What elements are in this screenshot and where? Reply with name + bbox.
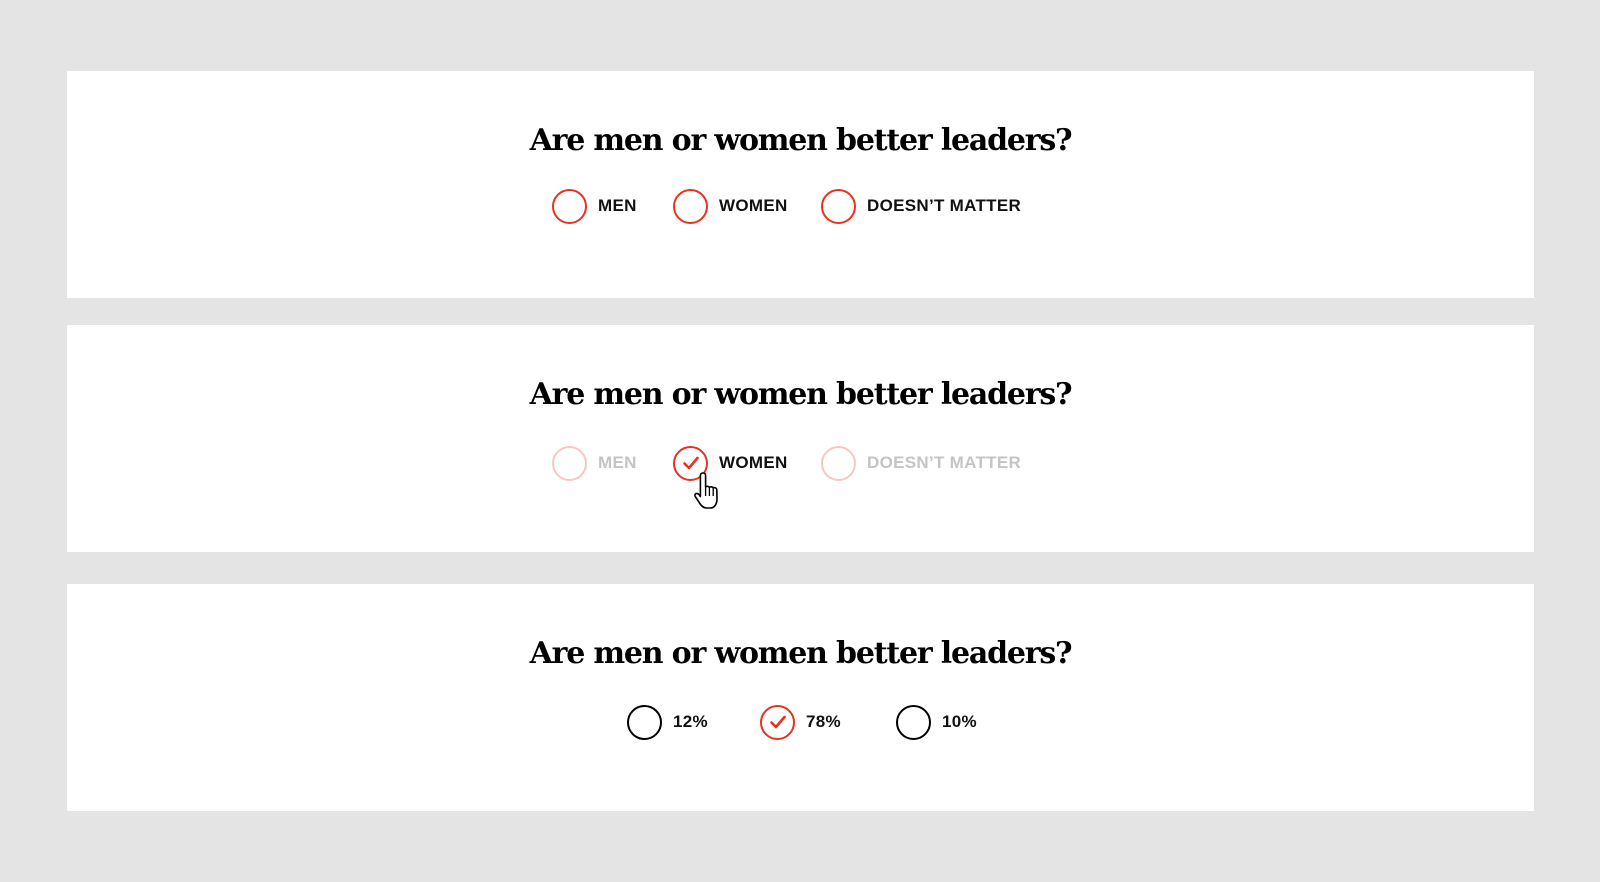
checkmark-icon: [682, 456, 699, 470]
radio-circle[interactable]: [552, 445, 587, 481]
radio-circle[interactable]: [821, 188, 856, 224]
option-label: MEN: [598, 453, 637, 472]
result-percentage: 10%: [942, 712, 977, 731]
poll-card-results: Are men or women better leaders? 12% 78%…: [67, 584, 1534, 811]
option-women[interactable]: WOMEN: [673, 186, 788, 226]
result-women: 78%: [760, 702, 841, 742]
radio-circle: [896, 704, 931, 740]
option-label: WOMEN: [719, 196, 788, 215]
result-doesnt-matter: 10%: [896, 702, 977, 742]
option-label: DOESN’T MATTER: [867, 196, 1022, 215]
option-label: WOMEN: [719, 453, 788, 472]
radio-circle[interactable]: [673, 188, 708, 224]
result-percentage: 78%: [806, 712, 841, 731]
option-men[interactable]: MEN: [552, 443, 637, 483]
result-percentage: 12%: [673, 712, 708, 731]
radio-circle: [627, 704, 662, 740]
option-label: DOESN’T MATTER: [867, 453, 1022, 472]
poll-question: Are men or women better leaders?: [529, 636, 1073, 671]
poll-question: Are men or women better leaders?: [529, 377, 1073, 412]
radio-circle-checked[interactable]: [673, 445, 708, 481]
checkmark-icon: [769, 715, 786, 729]
poll-question: Are men or women better leaders?: [529, 123, 1073, 158]
result-men: 12%: [627, 702, 708, 742]
option-men[interactable]: MEN: [552, 186, 637, 226]
option-women[interactable]: WOMEN: [673, 443, 788, 483]
radio-circle-checked: [760, 704, 795, 740]
poll-card-selecting: Are men or women better leaders? MEN WOM…: [67, 325, 1534, 552]
radio-circle[interactable]: [821, 445, 856, 481]
radio-circle[interactable]: [552, 188, 587, 224]
option-doesnt-matter[interactable]: DOESN’T MATTER: [821, 443, 1021, 483]
option-label: MEN: [598, 196, 637, 215]
poll-card-initial: Are men or women better leaders? MEN WOM…: [67, 71, 1534, 298]
option-doesnt-matter[interactable]: DOESN’T MATTER: [821, 186, 1021, 226]
